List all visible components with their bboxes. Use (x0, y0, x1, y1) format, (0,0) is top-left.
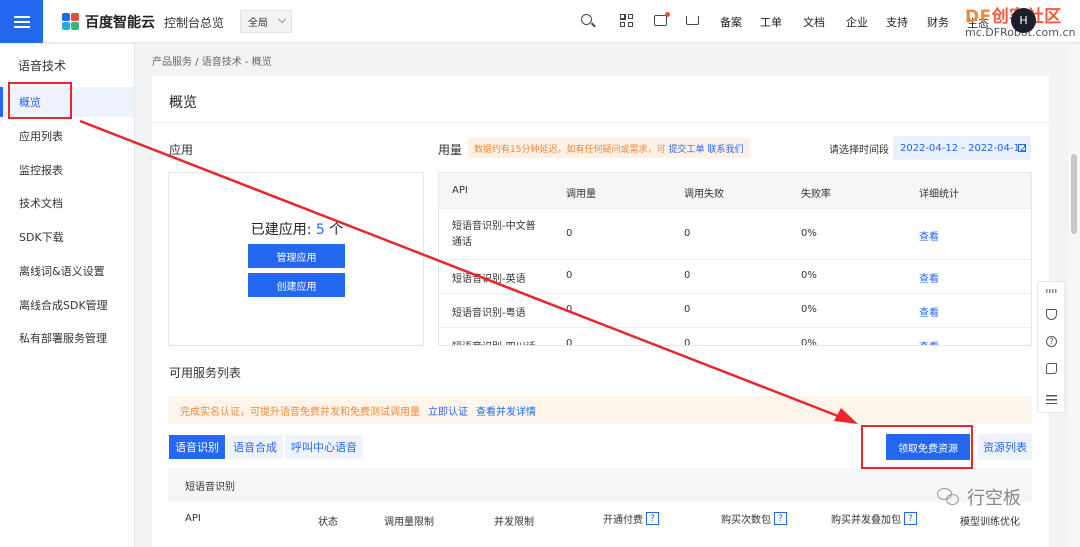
hamburger-menu-button[interactable] (0, 0, 43, 43)
view-details-link[interactable]: 查看 (919, 228, 939, 243)
resource-list-button[interactable]: 资源列表 (978, 434, 1032, 460)
create-app-button[interactable]: 创建应用 (248, 273, 345, 297)
sidebar-item-offline-tts-sdk[interactable]: 离线合成SDK管理 (0, 290, 134, 320)
help-icon[interactable]: ? (1046, 336, 1057, 347)
usage-table: API 调用量 调用失败 失败率 详细统计 短语音识别-中文普 通话 0 0 0%… (438, 172, 1032, 346)
wechat-icon (937, 488, 961, 506)
apps-section-label: 应用 (169, 143, 194, 157)
sidebar-item-offline-words[interactable]: 离线词&语义设置 (0, 256, 134, 286)
nav-finance[interactable]: 财务 (927, 14, 949, 30)
message-icon[interactable] (654, 12, 670, 26)
submit-ticket-link[interactable]: 提交工单 (668, 142, 704, 155)
tab-speech-synthesis[interactable]: 语音合成 (227, 435, 283, 459)
usage-notice: 数据约有15分钟延迟，如有任何疑问或需求，可 提交工单 联系我们 (468, 138, 750, 158)
sidebar-item-sdk-download[interactable]: SDK下载 (0, 222, 134, 252)
region-value: 全局 (248, 18, 268, 29)
nav-ticket[interactable]: 工单 (760, 14, 782, 30)
page-title: 概览 (169, 95, 197, 111)
highlight-box-overview (8, 82, 72, 119)
service-group-label: 短语音识别 (185, 482, 235, 493)
view-details-link[interactable]: 查看 (919, 304, 939, 319)
breadcrumb: 产品服务 / 语音技术 - 概览 (152, 57, 272, 68)
services-section-label: 可用服务列表 (169, 366, 242, 380)
verification-warning: 完成实名认证，可提升语音免费并发和免费测试调用量 立即认证 查看并发详情 (168, 396, 1032, 424)
search-icon[interactable] (581, 14, 592, 25)
grid-icon[interactable] (620, 14, 634, 28)
sidebar-title: 语音技术 (18, 59, 67, 73)
top-nav-bar: 百度智能云 控制台总览 全局 备案 工单 文档 企业 支持 财务 生态 DF创客… (0, 0, 1080, 43)
highlight-box-claim (861, 425, 973, 469)
verify-now-link[interactable]: 立即认证 (428, 403, 468, 418)
view-details-link[interactable]: 查看 (919, 270, 939, 285)
panel-header: 概览 (152, 76, 1049, 123)
calendar-icon (1018, 144, 1026, 152)
page-scrollbar[interactable] (1068, 44, 1080, 547)
floating-toolbar: ? (1037, 281, 1065, 413)
console-overview-link[interactable]: 控制台总览 (164, 14, 224, 31)
table-row: 短语音识别-中文普 通话 0 0 0% 查看 (439, 208, 1031, 259)
help-icon[interactable]: ? (646, 512, 659, 525)
sidebar-item-tech-docs[interactable]: 技术文档 (0, 188, 134, 218)
logo-text: 百度智能云 (85, 15, 155, 31)
apps-card: 已建应用: 5 个 管理应用 创建应用 (168, 172, 424, 346)
tab-speech-recognition[interactable]: 语音识别 (169, 435, 225, 459)
phone-icon[interactable] (1046, 363, 1057, 374)
manage-apps-button[interactable]: 管理应用 (248, 244, 345, 268)
date-range-picker[interactable]: 2022-04-12 - 2022-04-12 (893, 136, 1031, 160)
cart-icon[interactable] (686, 16, 699, 25)
contact-us-link[interactable]: 联系我们 (707, 142, 743, 155)
app-count: 已建应用: 5 个 (250, 222, 344, 238)
nav-enterprise[interactable]: 企业 (846, 14, 868, 30)
logo[interactable]: 百度智能云 (62, 12, 155, 32)
sidebar-item-private-deploy[interactable]: 私有部署服务管理 (0, 323, 134, 353)
sidebar-item-monitoring[interactable]: 监控报表 (0, 155, 134, 185)
menu-icon (13, 20, 30, 23)
baidu-cloud-logo-icon (62, 13, 80, 31)
usage-table-header: API 调用量 调用失败 失败率 详细统计 (439, 173, 1031, 208)
wechat-watermark: 行空板 (937, 484, 1021, 510)
chevron-down-icon (277, 14, 287, 24)
table-row: 短语音识别-粤语 0 0 0% 查看 (439, 293, 1031, 327)
date-range-label: 请选择时间段 (829, 145, 889, 156)
help-icon[interactable]: ? (904, 512, 917, 525)
sidebar: 语音技术 概览 应用列表 监控报表 技术文档 SDK下载 离线词&语义设置 离线… (0, 44, 135, 547)
services-group-header: 短语音识别 (168, 468, 1032, 502)
drag-handle-icon[interactable] (1046, 289, 1057, 293)
sidebar-item-app-list[interactable]: 应用列表 (0, 121, 134, 151)
nav-support[interactable]: 支持 (886, 14, 908, 30)
services-table: 短语音识别 API 状态 调用量限制 并发限制 开通付费? 购买次数包? 购买并… (168, 468, 1032, 547)
help-icon[interactable]: ? (774, 512, 787, 525)
shield-icon[interactable] (1046, 309, 1057, 320)
region-select[interactable]: 全局 (240, 10, 292, 33)
list-icon[interactable] (1046, 395, 1057, 404)
main-panel: 概览 应用 已建应用: 5 个 管理应用 创建应用 用量 数据约有15分钟延迟，… (152, 76, 1049, 547)
table-row: 短语音识别-四川话 0 0 0% 查看 (439, 327, 1031, 345)
view-details-link[interactable]: 查看 (919, 338, 939, 345)
tab-call-center-speech[interactable]: 呼叫中心语音 (285, 435, 363, 459)
table-row: 短语音识别-英语 0 0 0% 查看 (439, 259, 1031, 293)
avatar[interactable]: H (1011, 8, 1036, 33)
usage-section-label: 用量 (438, 143, 463, 157)
nav-docs[interactable]: 文档 (803, 14, 825, 30)
nav-beian[interactable]: 备案 (720, 14, 742, 30)
view-concurrency-link[interactable]: 查看并发详情 (476, 403, 536, 418)
